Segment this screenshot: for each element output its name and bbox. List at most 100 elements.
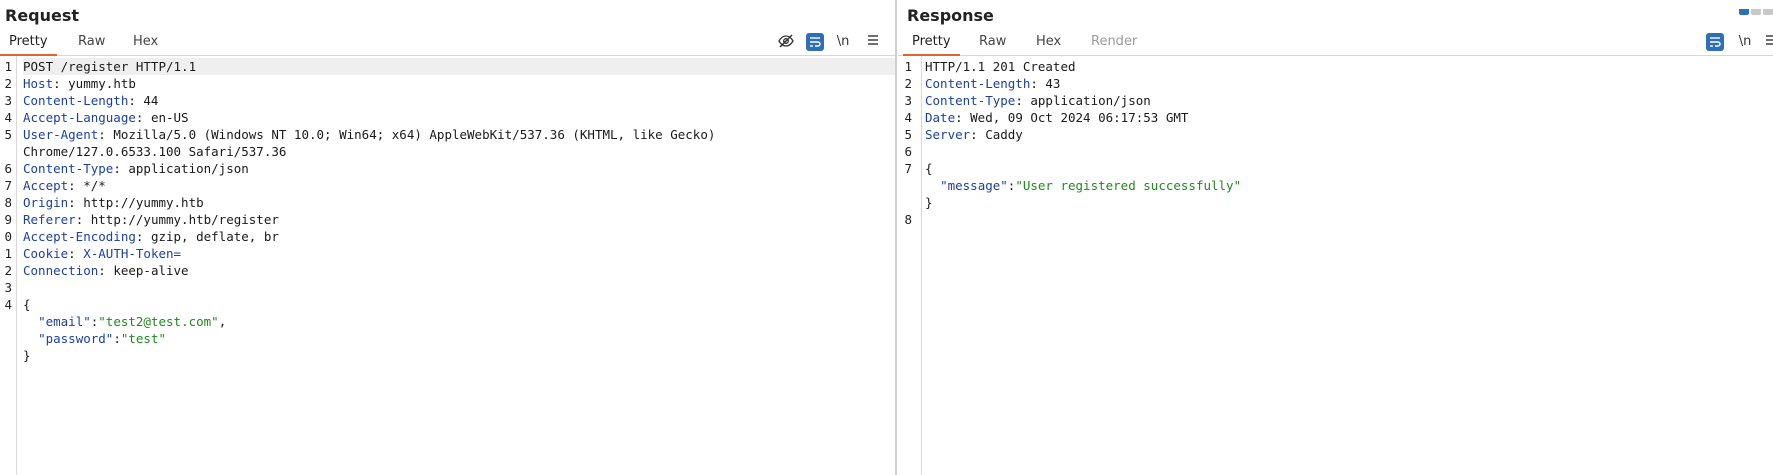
code-line[interactable]: 0 Accept-Encoding: gzip, deflate, br	[4, 228, 895, 245]
request-pane: Request Pretty Raw Hex \n 1 POST /registe…	[0, 0, 895, 475]
code-line[interactable]: 3	[4, 279, 895, 296]
tab-render[interactable]: Render	[1091, 34, 1137, 55]
response-editor[interactable]: 1 HTTP/1.1 201 Created 2 Content-Length: 43…	[898, 56, 1773, 475]
header-value: : gzip, deflate, br	[135, 229, 279, 244]
header-name: Content-Type	[23, 161, 114, 176]
header-value: : yummy.htb	[53, 76, 136, 91]
header-name: Accept-Encoding	[23, 229, 136, 244]
wrap-icon[interactable]	[1706, 33, 1724, 51]
header-value: : 44	[128, 93, 159, 108]
line-number: 5	[904, 127, 912, 142]
code-line[interactable]: 8	[904, 211, 1773, 228]
line-number: 8	[904, 212, 912, 227]
wrap-icon[interactable]	[806, 33, 824, 51]
code-line[interactable]: 4 Accept-Language: en-US	[4, 109, 895, 126]
pane-divider[interactable]	[895, 0, 897, 475]
code-line[interactable]: 1 Cookie: X-AUTH-Token=	[4, 245, 895, 262]
code-line[interactable]: 5 Server: Caddy	[904, 126, 1773, 143]
json-string: "test"	[120, 331, 167, 346]
header-name: Content-Type	[925, 93, 1016, 108]
line-number: 6	[4, 161, 12, 176]
layout-icons[interactable]	[1737, 0, 1773, 19]
code-line[interactable]: 4 Date: Wed, 09 Oct 2024 06:17:53 GMT	[904, 109, 1773, 126]
line-number: 1	[904, 59, 912, 74]
header-name: Content-Length	[925, 76, 1031, 91]
header-name: Content-Length	[23, 93, 129, 108]
header-value: : Wed, 09 Oct 2024 06:17:53 GMT	[955, 110, 1189, 125]
json-comma: ,	[218, 314, 227, 329]
line-number: 9	[4, 212, 12, 227]
json-key: "password"	[38, 331, 114, 346]
request-code[interactable]: 1 POST /register HTTP/1.1 2 Host: yummy.htb…	[4, 58, 895, 364]
header-value: : 43	[1030, 76, 1061, 91]
request-tabs: Pretty Raw Hex \n	[0, 30, 895, 56]
header-value: :	[68, 246, 84, 261]
menu-icon[interactable]	[1762, 33, 1773, 51]
header-value: : */*	[68, 178, 106, 193]
json-key: "email"	[38, 314, 91, 329]
line-number: 3	[904, 93, 912, 108]
code-line[interactable]: 5 User-Agent: Mozilla/5.0 (Windows NT 10.…	[4, 126, 895, 143]
newline-toggle[interactable]: \n	[1736, 33, 1754, 51]
response-code[interactable]: 1 HTTP/1.1 201 Created 2 Content-Length: 43…	[904, 58, 1773, 228]
line-number: 3	[4, 93, 12, 108]
header-value: : keep-alive	[98, 263, 189, 278]
header-value: : en-US	[135, 110, 189, 125]
header-value: : http://yummy.htb/register	[75, 212, 279, 227]
newline-toggle[interactable]: \n	[834, 33, 852, 51]
eye-off-icon[interactable]	[777, 33, 795, 51]
line-text: HTTP/1.1 201 Created	[925, 59, 1076, 74]
header-name: Host	[23, 76, 54, 91]
line-number: 3	[4, 280, 12, 295]
line-text: {	[23, 297, 31, 312]
line-text: }	[925, 195, 933, 210]
code-line[interactable]: }	[925, 194, 1773, 211]
header-name: Connection	[23, 263, 99, 278]
code-line[interactable]: }	[23, 347, 895, 364]
code-line[interactable]: 8 Origin: http://yummy.htb	[4, 194, 895, 211]
code-line[interactable]: "message":"User registered successfully"	[925, 177, 1773, 194]
code-line[interactable]: 9 Referer: http://yummy.htb/register	[4, 211, 895, 228]
tab-pretty[interactable]: Pretty	[903, 34, 960, 56]
tab-hex[interactable]: Hex	[133, 34, 158, 55]
json-string: "test2@test.com"	[98, 314, 219, 329]
tab-raw[interactable]: Raw	[979, 34, 1006, 55]
request-editor[interactable]: 1 POST /register HTTP/1.1 2 Host: yummy.htb…	[0, 56, 895, 475]
code-line[interactable]: "password":"test"	[23, 330, 895, 347]
line-number: 7	[4, 178, 12, 193]
code-line[interactable]: 6 Content-Type: application/json	[4, 160, 895, 177]
code-line[interactable]: 3 Content-Type: application/json	[904, 92, 1773, 109]
menu-icon[interactable]	[864, 33, 882, 51]
line-number: 4	[4, 110, 12, 125]
tab-hex[interactable]: Hex	[1036, 34, 1061, 55]
response-title: Response	[907, 6, 994, 25]
code-line[interactable]: 4{	[4, 296, 895, 313]
line-number: 2	[904, 76, 912, 91]
code-line[interactable]: "email":"test2@test.com",	[23, 313, 895, 330]
line-number: 2	[4, 263, 12, 278]
code-line[interactable]: 2 Content-Length: 43	[904, 75, 1773, 92]
line-text: {	[925, 161, 933, 176]
code-line[interactable]: 1 POST /register HTTP/1.1	[4, 58, 895, 75]
code-line[interactable]: 2 Host: yummy.htb	[4, 75, 895, 92]
code-line[interactable]: 7 Accept: */*	[4, 177, 895, 194]
code-line[interactable]: 6	[904, 143, 1773, 160]
line-number: 5	[4, 127, 12, 142]
line-number: 4	[904, 110, 912, 125]
tab-raw[interactable]: Raw	[78, 34, 105, 55]
line-number: 1	[4, 246, 12, 261]
header-name: Origin	[23, 195, 69, 210]
code-line[interactable]: 3 Content-Length: 44	[4, 92, 895, 109]
tab-pretty[interactable]: Pretty	[0, 34, 57, 56]
header-value: : application/json	[1015, 93, 1151, 108]
line-number: 2	[4, 76, 12, 91]
line-text: }	[23, 348, 31, 363]
header-name: User-Agent	[23, 127, 99, 142]
code-line[interactable]: 7{	[904, 160, 1773, 177]
code-line[interactable]: 1 HTTP/1.1 201 Created	[904, 58, 1773, 75]
code-line[interactable]: Chrome/127.0.6533.100 Safari/537.36	[23, 143, 895, 160]
code-line[interactable]: 2 Connection: keep-alive	[4, 262, 895, 279]
header-name: Server	[925, 127, 971, 142]
